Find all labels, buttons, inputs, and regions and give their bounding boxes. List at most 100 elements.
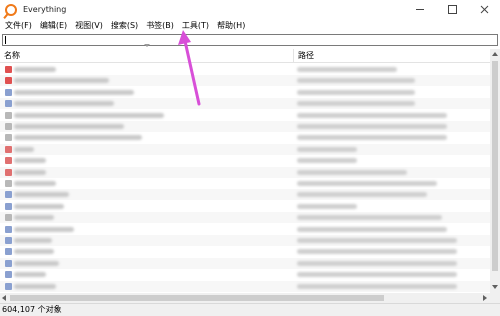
column-header-name[interactable]: 名称 bbox=[4, 49, 20, 63]
sort-indicator-icon bbox=[144, 44, 150, 47]
obscured-file-path bbox=[297, 78, 415, 84]
result-row[interactable] bbox=[0, 257, 490, 269]
result-row[interactable] bbox=[0, 98, 490, 110]
result-row[interactable] bbox=[0, 235, 490, 246]
file-icon bbox=[5, 237, 12, 244]
obscured-file-name bbox=[14, 101, 114, 107]
menu-help[interactable]: 帮助(H) bbox=[213, 19, 249, 33]
vertical-scroll-thumb[interactable] bbox=[492, 61, 498, 271]
obscured-file-name bbox=[14, 226, 74, 232]
results-list[interactable] bbox=[0, 64, 490, 292]
menu-tools[interactable]: 工具(T) bbox=[178, 19, 213, 33]
obscured-file-path bbox=[297, 283, 457, 289]
result-row[interactable] bbox=[0, 189, 490, 201]
file-icon bbox=[5, 111, 12, 119]
menu-search[interactable]: 搜索(S) bbox=[107, 19, 142, 33]
obscured-file-name bbox=[14, 272, 46, 278]
result-row[interactable] bbox=[0, 178, 490, 189]
menu-edit[interactable]: 编辑(E) bbox=[36, 19, 71, 33]
obscured-file-name bbox=[14, 89, 134, 95]
obscured-file-name bbox=[14, 158, 46, 164]
minimize-button[interactable] bbox=[404, 0, 436, 19]
file-icon bbox=[5, 259, 12, 267]
obscured-file-path bbox=[297, 101, 415, 107]
menu-file[interactable]: 文件(F) bbox=[1, 19, 36, 33]
file-icon bbox=[5, 191, 12, 199]
obscured-file-path bbox=[297, 260, 457, 266]
obscured-file-name bbox=[14, 215, 54, 221]
result-row[interactable] bbox=[0, 132, 490, 143]
close-icon bbox=[480, 5, 488, 14]
result-row[interactable] bbox=[0, 246, 490, 257]
result-row[interactable] bbox=[0, 87, 490, 98]
result-row[interactable] bbox=[0, 64, 490, 75]
scroll-right-icon[interactable] bbox=[483, 295, 487, 301]
file-icon bbox=[5, 225, 12, 233]
window-title: Everything bbox=[23, 5, 67, 14]
obscured-file-path bbox=[297, 226, 447, 232]
file-icon bbox=[5, 168, 12, 176]
search-input[interactable] bbox=[2, 34, 498, 46]
obscured-file-path bbox=[297, 158, 357, 164]
obscured-file-path bbox=[297, 135, 447, 141]
result-row[interactable] bbox=[0, 280, 490, 292]
horizontal-scroll-thumb[interactable] bbox=[10, 295, 384, 301]
result-row[interactable] bbox=[0, 224, 490, 235]
obscured-file-path bbox=[297, 112, 447, 118]
file-icon bbox=[5, 271, 12, 279]
list-header: 名称 路径 bbox=[0, 49, 490, 63]
vertical-scrollbar[interactable] bbox=[490, 49, 500, 293]
obscured-file-name bbox=[14, 146, 34, 152]
file-icon bbox=[5, 282, 12, 290]
column-header-path[interactable]: 路径 bbox=[298, 49, 314, 63]
result-row[interactable] bbox=[0, 269, 490, 280]
result-row[interactable] bbox=[0, 75, 490, 87]
result-row[interactable] bbox=[0, 212, 490, 224]
obscured-file-path bbox=[297, 124, 447, 129]
menu-bookmarks[interactable]: 书签(B) bbox=[142, 19, 178, 33]
menu-view[interactable]: 视图(V) bbox=[71, 19, 107, 33]
file-icon bbox=[5, 134, 12, 142]
title-bar: Everything bbox=[0, 0, 500, 19]
result-row[interactable] bbox=[0, 143, 490, 155]
file-icon bbox=[5, 145, 12, 153]
obscured-file-name bbox=[14, 124, 124, 129]
scroll-left-icon[interactable] bbox=[2, 295, 6, 301]
horizontal-scrollbar[interactable] bbox=[0, 293, 490, 303]
file-icon bbox=[5, 202, 12, 210]
obscured-file-name bbox=[14, 260, 59, 266]
obscured-file-name bbox=[14, 192, 69, 198]
obscured-file-name bbox=[14, 283, 56, 289]
scrollbar-corner bbox=[490, 293, 500, 303]
result-row[interactable] bbox=[0, 155, 490, 166]
obscured-file-path bbox=[297, 146, 357, 152]
result-row[interactable] bbox=[0, 201, 490, 212]
obscured-file-name bbox=[14, 135, 142, 141]
file-icon bbox=[5, 100, 12, 108]
obscured-file-name bbox=[14, 112, 164, 118]
obscured-file-name bbox=[14, 238, 52, 243]
file-icon bbox=[5, 66, 12, 73]
obscured-file-path bbox=[297, 203, 357, 209]
file-icon bbox=[5, 214, 12, 222]
file-icon bbox=[5, 77, 12, 85]
file-icon bbox=[5, 88, 12, 96]
result-row[interactable] bbox=[0, 166, 490, 178]
scroll-up-icon[interactable] bbox=[492, 52, 498, 56]
column-divider[interactable] bbox=[293, 49, 294, 63]
obscured-file-path bbox=[297, 192, 427, 198]
obscured-file-path bbox=[297, 215, 442, 221]
obscured-file-name bbox=[14, 78, 109, 84]
scroll-down-icon[interactable] bbox=[492, 285, 498, 289]
result-row[interactable] bbox=[0, 121, 490, 132]
result-row[interactable] bbox=[0, 110, 490, 121]
maximize-button[interactable] bbox=[436, 0, 468, 19]
obscured-file-name bbox=[14, 67, 56, 72]
file-icon bbox=[5, 180, 12, 187]
close-button[interactable] bbox=[468, 0, 500, 19]
obscured-file-name bbox=[14, 249, 54, 255]
obscured-file-name bbox=[14, 203, 64, 209]
object-count: 604,107 个对象 bbox=[2, 305, 62, 314]
text-caret bbox=[5, 36, 6, 44]
obscured-file-name bbox=[14, 169, 46, 175]
